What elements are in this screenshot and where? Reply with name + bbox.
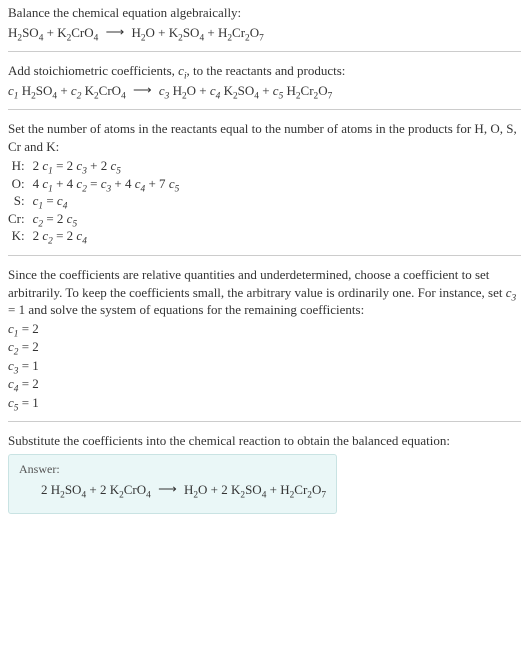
plus: +: [57, 83, 71, 98]
answer-label: Answer:: [19, 461, 326, 477]
step-answer: Substitute the coefficients into the che…: [8, 432, 521, 513]
element-label: Cr:: [8, 210, 33, 228]
plus: +: [259, 83, 273, 98]
element-label: S:: [8, 192, 33, 210]
species-h2cr2o7: H2Cr2O7: [218, 25, 264, 40]
balanced-equation: 2 H2SO4 + 2 K2CrO4 ⟶ H2O + 2 K2SO4 + H2C…: [19, 481, 326, 499]
reaction-arrow-icon: ⟶: [154, 481, 181, 496]
species-k2so4: K2SO4: [169, 25, 204, 40]
step-add-coefficients: Add stoichiometric coefficients, ci, to …: [8, 62, 521, 99]
step3-text: Set the number of atoms in the reactants…: [8, 120, 521, 155]
reaction-arrow-icon: ⟶: [129, 82, 156, 97]
step2-equation: c1 H2SO4 + c2 K2CrO4 ⟶ c3 H2O + c4 K2SO4…: [8, 82, 521, 100]
element-equation: c1 = c4: [33, 192, 180, 210]
atom-balance-table: H: 2 c1 = 2 c3 + 2 c5 O: 4 c1 + 4 c2 = c…: [8, 157, 179, 245]
element-label: H:: [8, 157, 33, 175]
coef-c5: c5: [273, 83, 283, 98]
species-h2cr2o7: H2Cr2O7: [280, 482, 326, 497]
ci-symbol: ci: [178, 63, 186, 78]
plus: +: [196, 83, 210, 98]
species-k2cro4: K2CrO4: [110, 482, 151, 497]
table-row: Cr: c2 = 2 c5: [8, 210, 179, 228]
step2-text: Add stoichiometric coefficients, ci, to …: [8, 62, 521, 80]
step-atom-equations: Set the number of atoms in the reactants…: [8, 120, 521, 245]
species-h2o: H2O: [131, 25, 154, 40]
reaction-arrow-icon: ⟶: [102, 24, 129, 39]
plus: +: [43, 25, 57, 40]
element-equation: c2 = 2 c5: [33, 210, 180, 228]
coef-c4: c4: [210, 83, 220, 98]
table-row: H: 2 c1 = 2 c3 + 2 c5: [8, 157, 179, 175]
divider: [8, 255, 521, 256]
step-balance-intro: Balance the chemical equation algebraica…: [8, 4, 521, 41]
answer-box: Answer: 2 H2SO4 + 2 K2CrO4 ⟶ H2O + 2 K2S…: [8, 454, 337, 514]
step-solve-coefficients: Since the coefficients are relative quan…: [8, 266, 521, 411]
table-row: K: 2 c2 = 2 c4: [8, 227, 179, 245]
species-k2cro4: K2CrO4: [57, 25, 98, 40]
plus: +: [207, 482, 221, 497]
element-equation: 2 c2 = 2 c4: [33, 227, 180, 245]
step1-text: Balance the chemical equation algebraica…: [8, 4, 521, 22]
coef-value: c3 = 1: [8, 357, 521, 375]
species-h2so4: H2SO4: [8, 25, 43, 40]
element-label: K:: [8, 227, 33, 245]
coef-value: c1 = 2: [8, 320, 521, 338]
step5-text: Substitute the coefficients into the che…: [8, 432, 521, 450]
plus: +: [155, 25, 169, 40]
plus: +: [204, 25, 218, 40]
table-row: O: 4 c1 + 4 c2 = c3 + 4 c4 + 7 c5: [8, 175, 179, 193]
coef-c1: c1: [8, 83, 18, 98]
element-equation: 4 c1 + 4 c2 = c3 + 4 c4 + 7 c5: [33, 175, 180, 193]
plus: +: [86, 482, 100, 497]
divider: [8, 109, 521, 110]
coef-value: c5 = 1: [8, 394, 521, 412]
coef-value: c2 = 2: [8, 338, 521, 356]
species-k2so4: K2SO4: [231, 482, 266, 497]
element-label: O:: [8, 175, 33, 193]
species-h2so4: H2SO4: [51, 482, 86, 497]
species-h2o: H2O: [184, 482, 207, 497]
plus: +: [266, 482, 280, 497]
coef-c3: c3: [159, 83, 169, 98]
coef-c2: c2: [71, 83, 81, 98]
step4-text: Since the coefficients are relative quan…: [8, 266, 521, 319]
element-equation: 2 c1 = 2 c3 + 2 c5: [33, 157, 180, 175]
coefficient-values: c1 = 2 c2 = 2 c3 = 1 c4 = 2 c5 = 1: [8, 320, 521, 412]
divider: [8, 51, 521, 52]
step1-equation: H2SO4 + K2CrO4 ⟶ H2O + K2SO4 + H2Cr2O7: [8, 24, 521, 42]
table-row: S: c1 = c4: [8, 192, 179, 210]
divider: [8, 421, 521, 422]
coef-value: c4 = 2: [8, 375, 521, 393]
